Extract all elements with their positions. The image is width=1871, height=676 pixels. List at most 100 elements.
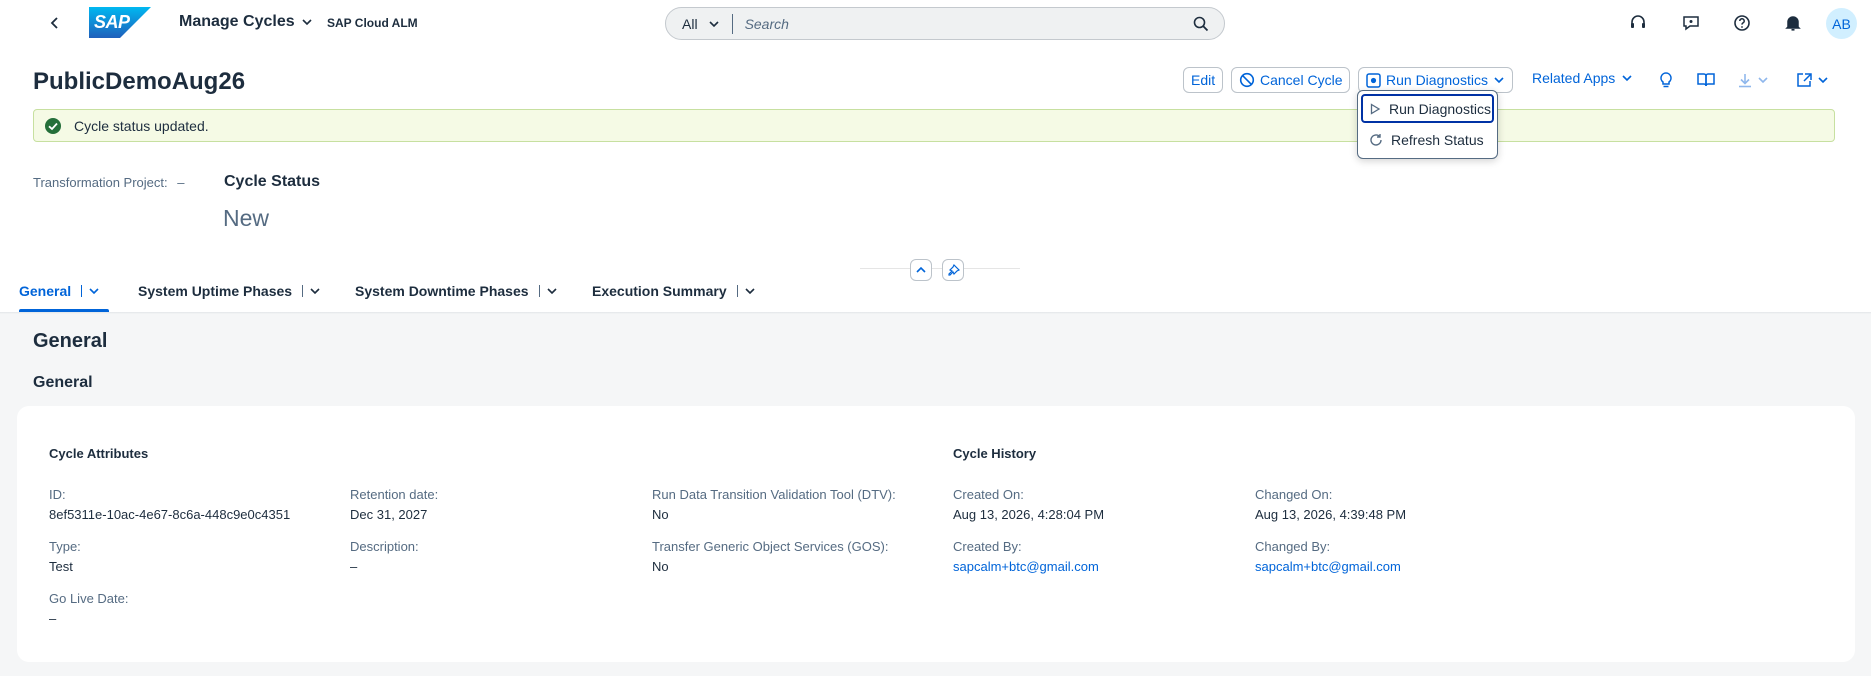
app-title-menu[interactable]: Manage Cycles: [179, 13, 313, 31]
download-menu-button[interactable]: [1737, 68, 1769, 92]
chevron-down-icon: [1818, 77, 1828, 84]
book-icon: [1697, 73, 1715, 87]
back-button[interactable]: [44, 12, 66, 34]
go-live-date-value: –: [49, 611, 57, 626]
related-apps-label: Related Apps: [1532, 70, 1616, 86]
back-icon: [50, 17, 58, 29]
type-value: Test: [49, 559, 73, 574]
tab-system-downtime-phases[interactable]: System Downtime Phases: [355, 283, 558, 299]
search-input[interactable]: [732, 15, 1190, 32]
chevron-down-icon: [89, 288, 99, 295]
tab-separator: [538, 285, 540, 297]
feedback-icon: [1683, 16, 1699, 31]
chevron-down-icon: [546, 288, 557, 295]
product-name: SAP Cloud ALM: [327, 16, 418, 30]
menu-item-label: Refresh Status: [1391, 131, 1484, 148]
feedback-button[interactable]: [1680, 12, 1702, 34]
search-button[interactable]: [1190, 13, 1212, 35]
help-icon: [1734, 15, 1750, 31]
download-icon: [1739, 74, 1751, 88]
tab-label: General: [19, 283, 72, 299]
chevron-down-icon: [708, 20, 719, 27]
chevron-down-icon: [310, 288, 320, 295]
message-text: Cycle status updated.: [74, 117, 209, 134]
tab-label: System Uptime Phases: [138, 283, 293, 299]
run-diagnostics-label: Run Diagnostics: [1386, 72, 1488, 88]
created-by-label: Created By:: [953, 539, 1022, 554]
share-icon: [1797, 73, 1812, 87]
created-on-label: Created On:: [953, 487, 1024, 502]
edit-button-label: Edit: [1191, 72, 1216, 88]
search-scope-select[interactable]: All: [666, 13, 733, 34]
diagnostics-icon: [1366, 72, 1381, 88]
changed-by-label: Changed By:: [1255, 539, 1331, 554]
transformation-project-value: –: [177, 175, 185, 190]
cancel-cycle-button[interactable]: Cancel Cycle: [1231, 67, 1351, 93]
chevron-down-icon: [1494, 77, 1504, 84]
edit-button[interactable]: Edit: [1183, 67, 1224, 93]
notifications-button[interactable]: [1782, 12, 1804, 34]
chevron-down-icon: [1622, 75, 1632, 82]
related-apps-menu[interactable]: Related Apps: [1532, 70, 1633, 86]
dtv-label: Run Data Transition Validation Tool (DTV…: [652, 487, 896, 502]
transformation-project-label: Transformation Project:: [33, 175, 168, 190]
anchor-bar: General System Uptime Phases System Down…: [0, 276, 1871, 312]
subsection-title: General: [33, 374, 93, 391]
page-title: PublicDemoAug26: [33, 68, 246, 95]
lightbulb-icon: [1660, 72, 1672, 88]
idea-button[interactable]: [1658, 68, 1674, 92]
header-shadow: [0, 312, 1871, 314]
search-icon: [1193, 16, 1209, 31]
shell-bar: SAP Manage Cycles SAP Cloud ALM All AB: [0, 0, 1871, 46]
created-on-value: Aug 13, 2026, 4:28:04 PM: [953, 507, 1105, 522]
search-scope-label: All: [682, 15, 698, 32]
sap-logo-text: SAP: [94, 12, 130, 32]
tab-execution-summary[interactable]: Execution Summary: [592, 283, 756, 299]
id-label: ID:: [49, 487, 66, 502]
menu-item-refresh-status[interactable]: Refresh Status: [1361, 125, 1494, 154]
search-field: All: [665, 7, 1225, 40]
dtv-value: No: [652, 507, 669, 522]
tab-label: Execution Summary: [592, 283, 727, 299]
cycle-attributes-title: Cycle Attributes: [49, 446, 149, 461]
cycle-status-label: Cycle Status: [224, 173, 321, 190]
play-icon: [1370, 102, 1381, 115]
go-live-date-label: Go Live Date:: [49, 591, 129, 606]
cycle-history-title: Cycle History: [953, 446, 1037, 461]
pin-icon: [947, 263, 960, 276]
chevron-up-icon: [916, 266, 926, 273]
tab-separator: [81, 285, 83, 297]
retention-date-value: Dec 31, 2027: [350, 507, 428, 522]
tab-general[interactable]: General: [19, 283, 100, 299]
help-button[interactable]: [1731, 12, 1753, 34]
changed-on-label: Changed On:: [1255, 487, 1333, 502]
notification-icon: [1785, 16, 1801, 31]
changed-on-value: Aug 13, 2026, 4:39:48 PM: [1255, 507, 1407, 522]
cancel-icon: [1239, 72, 1255, 88]
support-button[interactable]: [1627, 12, 1649, 34]
support-icon: [1631, 15, 1645, 28]
menu-item-label: Run Diagnostics: [1389, 100, 1491, 117]
tab-separator: [302, 285, 304, 297]
id-value: 8ef5311e-10ac-4e67-8c6a-448c9e0c4351: [49, 507, 291, 522]
description-label: Description:: [350, 539, 419, 554]
gos-label: Transfer Generic Object Services (GOS):: [652, 539, 889, 554]
changed-by-link[interactable]: sapcalm+btc@gmail.com: [1255, 559, 1401, 574]
run-diagnostics-dropdown: Run Diagnostics Refresh Status: [1357, 90, 1498, 159]
gos-value: No: [652, 559, 669, 574]
description-value: –: [350, 559, 358, 574]
refresh-icon: [1370, 133, 1382, 146]
user-avatar[interactable]: AB: [1826, 8, 1857, 39]
tab-label: System Downtime Phases: [355, 283, 529, 299]
type-label: Type:: [49, 539, 81, 554]
general-card: Cycle Attributes ID: 8ef5311e-10ac-4e67-…: [17, 406, 1855, 662]
menu-item-run-diagnostics[interactable]: Run Diagnostics: [1361, 94, 1494, 123]
tab-system-uptime-phases[interactable]: System Uptime Phases: [138, 283, 321, 299]
chevron-down-icon: [302, 19, 312, 26]
sap-logo[interactable]: SAP: [89, 7, 151, 38]
share-menu-button[interactable]: [1796, 68, 1829, 92]
app-title: Manage Cycles: [179, 13, 295, 30]
transformation-project-field: Transformation Project: –: [33, 175, 184, 190]
guide-button[interactable]: [1696, 68, 1716, 92]
created-by-link[interactable]: sapcalm+btc@gmail.com: [953, 559, 1099, 574]
